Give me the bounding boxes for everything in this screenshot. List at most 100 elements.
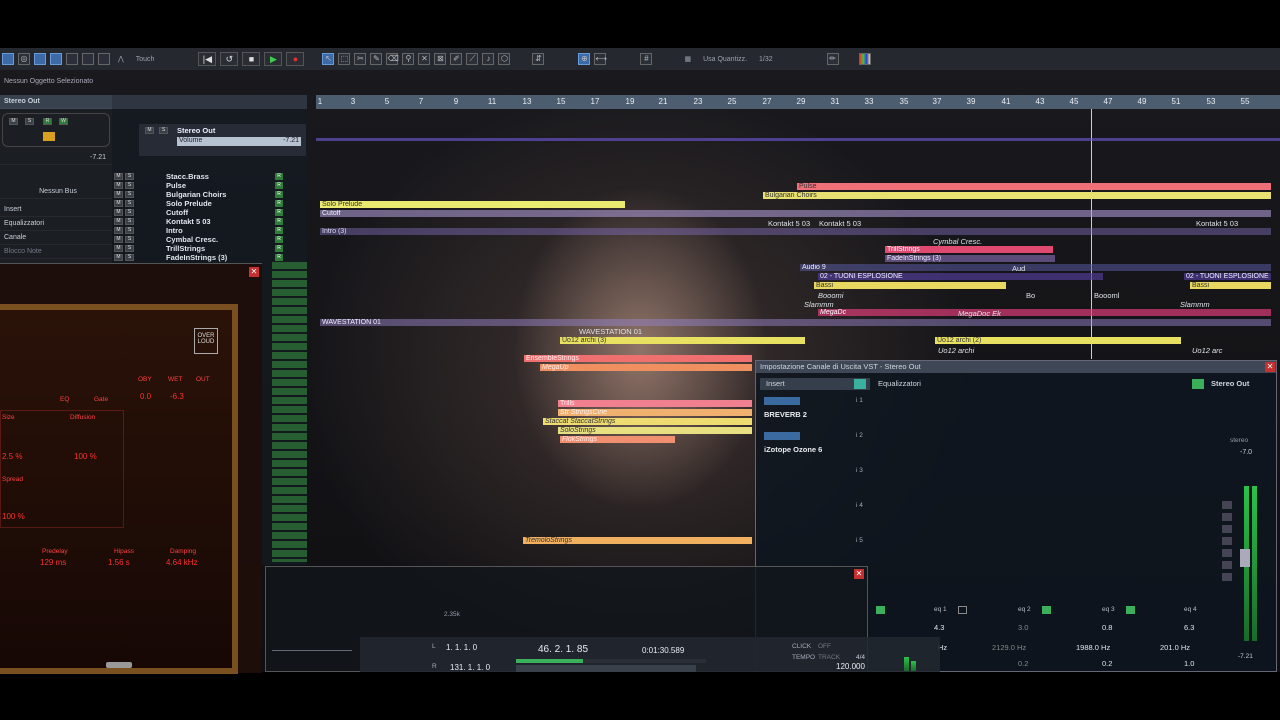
- quantize-value[interactable]: 1/32: [759, 56, 773, 63]
- track-rw-column[interactable]: [272, 262, 307, 562]
- transport-mini-buttons[interactable]: [516, 665, 696, 672]
- zoom-tool[interactable]: ⚲: [402, 53, 415, 65]
- inspector-channel-name[interactable]: Stereo Out: [0, 95, 112, 109]
- click-label[interactable]: CLICK: [792, 643, 811, 650]
- clip-bulgarian-choirs[interactable]: Bulgarian Choirs: [763, 192, 1271, 199]
- clip-fadeinstrings[interactable]: FadeInStrings (3): [885, 255, 1055, 262]
- volume-automation-line[interactable]: [316, 138, 1280, 141]
- eq-band-3-freq[interactable]: 1988.0 Hz: [1076, 643, 1110, 652]
- fx-value-oby[interactable]: 0.0: [140, 392, 151, 401]
- inspector-section-channel[interactable]: Canale: [0, 231, 112, 245]
- solo-button[interactable]: S: [125, 209, 134, 216]
- eq-band-2-gain[interactable]: 3.0: [1018, 623, 1028, 632]
- right-locator[interactable]: 131. 1. 1. 0: [450, 663, 490, 672]
- play-button[interactable]: ▶: [264, 52, 283, 66]
- track-row[interactable]: M S Pulse R: [112, 181, 307, 190]
- clip-wavestation-2[interactable]: WAVESTATION 01: [579, 327, 642, 336]
- solo-button[interactable]: S: [125, 218, 134, 225]
- fx-value-predelay[interactable]: 129 ms: [40, 558, 66, 567]
- eq-band-1-toggle[interactable]: [876, 606, 885, 614]
- solo-button[interactable]: S: [125, 236, 134, 243]
- stereo-out-track-header[interactable]: M S Stereo Out Volume -7.21: [139, 124, 306, 156]
- play-tool[interactable]: ♪: [482, 53, 495, 65]
- inspector-section-notepad[interactable]: Blocco Note: [0, 245, 112, 259]
- solo-button[interactable]: S: [125, 227, 134, 234]
- eq-band-2-q[interactable]: 0.2: [1018, 659, 1028, 668]
- mute-button[interactable]: M: [114, 173, 123, 180]
- mute-button[interactable]: M: [114, 209, 123, 216]
- record-button[interactable]: ●: [286, 52, 305, 66]
- read-button[interactable]: R: [275, 245, 283, 252]
- glue-tool[interactable]: ✎: [370, 53, 383, 65]
- channel-strip-buttons[interactable]: [1222, 501, 1232, 581]
- grid-icon[interactable]: #: [640, 53, 653, 65]
- close-icon[interactable]: ✕: [1265, 362, 1275, 372]
- eq-band-1-gain[interactable]: 4.3: [934, 623, 944, 632]
- clip-tremolostrings[interactable]: TremoloStrings: [523, 537, 752, 544]
- cycle-button[interactable]: ↺: [220, 52, 239, 66]
- automation-param-select[interactable]: Volume: [177, 137, 267, 146]
- read-button[interactable]: R: [275, 173, 283, 180]
- pool-button[interactable]: [66, 53, 78, 65]
- vst-window-title[interactable]: Impostazione Canale di Uscita VST - Ster…: [756, 361, 1276, 373]
- color-palette-icon[interactable]: [858, 53, 871, 65]
- clip-solo-prelude[interactable]: Solo Prelude: [320, 201, 625, 208]
- clip-flokstrings[interactable]: FlokStrings: [560, 436, 675, 443]
- fx-value-hipass[interactable]: 1.56 s: [108, 558, 130, 567]
- inspector-bus-routing[interactable]: Nessun Bus: [0, 185, 112, 199]
- clip-kontakt-2[interactable]: Kontakt 5 03: [819, 219, 861, 228]
- eq-band-4-gain[interactable]: 6.3: [1184, 623, 1194, 632]
- snap-toggle-button[interactable]: ⊕: [578, 53, 591, 65]
- automation-param-value[interactable]: -7.21: [267, 137, 301, 146]
- eq-band-2-toggle[interactable]: [958, 606, 967, 614]
- clip-tuoni-esplosione[interactable]: 02 - TUONI ESPLOSIONE: [818, 273, 1103, 280]
- infoline-toggle-button[interactable]: [50, 53, 62, 65]
- read-button[interactable]: R: [275, 227, 283, 234]
- snap-type-button[interactable]: ⟷: [594, 53, 607, 65]
- insert-slot-2[interactable]: iZotope Ozone 6: [764, 445, 822, 454]
- clip-staccatstrings[interactable]: Staccat StaccatStrings: [543, 418, 752, 425]
- eq-band-3-toggle[interactable]: [1042, 606, 1051, 614]
- clip-cutoff[interactable]: Cutoff: [320, 210, 1271, 217]
- clip-solostrings[interactable]: SoloStrings: [558, 427, 752, 434]
- fx-value-wet[interactable]: -6.3: [170, 392, 184, 401]
- solo-button[interactable]: S: [125, 200, 134, 207]
- track-row[interactable]: M S Intro R: [112, 226, 307, 235]
- close-icon[interactable]: ✕: [854, 569, 864, 579]
- clip-cymbal-cresc[interactable]: Cymbal Cresc.: [933, 237, 982, 246]
- mute-button[interactable]: M: [114, 182, 123, 189]
- eq-band-4-q[interactable]: 1.0: [1184, 659, 1194, 668]
- fx-tab-gate[interactable]: Gate: [94, 396, 108, 403]
- solo-button[interactable]: S: [125, 191, 134, 198]
- constrain-delay-button[interactable]: ◎: [18, 53, 30, 65]
- slot-1-controls[interactable]: [764, 397, 800, 405]
- mute-button[interactable]: M: [114, 200, 123, 207]
- position-slider[interactable]: [516, 659, 706, 663]
- read-button[interactable]: R: [275, 191, 283, 198]
- stereo-out-mute-button[interactable]: M: [145, 127, 154, 134]
- automation-mode-icon[interactable]: ⋀: [118, 55, 124, 63]
- quantize-preset[interactable]: Usa Quantizz.: [703, 56, 747, 63]
- clip-megadoc[interactable]: MegaDoc Ek: [958, 309, 1001, 318]
- track-row[interactable]: M S TrillStrings R: [112, 244, 307, 253]
- inspector-section-insert[interactable]: Insert: [0, 203, 112, 217]
- clip-megadc[interactable]: MegaDc: [818, 309, 1271, 316]
- clip-boooml[interactable]: Boooml: [1094, 291, 1119, 300]
- eq-band-3-gain[interactable]: 0.8: [1102, 623, 1112, 632]
- clip-slammm[interactable]: Slammm: [804, 300, 834, 309]
- inspector-toggle-button[interactable]: [34, 53, 46, 65]
- stereo-out-solo-button[interactable]: S: [159, 127, 168, 134]
- mute-button[interactable]: M: [114, 236, 123, 243]
- object-selection-tool[interactable]: ↖: [322, 53, 335, 65]
- clip-bassi[interactable]: Bassi: [814, 282, 1006, 289]
- clip-ensemblestrings[interactable]: EnsembleStrings: [524, 355, 752, 362]
- clip-wavestation-1[interactable]: WAVESTATION 01: [320, 319, 1271, 326]
- track-row[interactable]: M S Cymbal Cresc. R: [112, 235, 307, 244]
- inspector-solo-button[interactable]: S: [25, 118, 34, 125]
- insert-bypass-icon[interactable]: [854, 379, 866, 389]
- timeline-ruler[interactable]: 1 3 5 7 9 11 13 15 17 19 21 23 25 27 29 …: [316, 95, 1280, 109]
- read-button[interactable]: R: [275, 209, 283, 216]
- automation-mode[interactable]: Touch: [136, 56, 155, 63]
- clip-trillstrings[interactable]: TrillStrings: [885, 246, 1053, 253]
- stop-button[interactable]: ■: [242, 52, 261, 66]
